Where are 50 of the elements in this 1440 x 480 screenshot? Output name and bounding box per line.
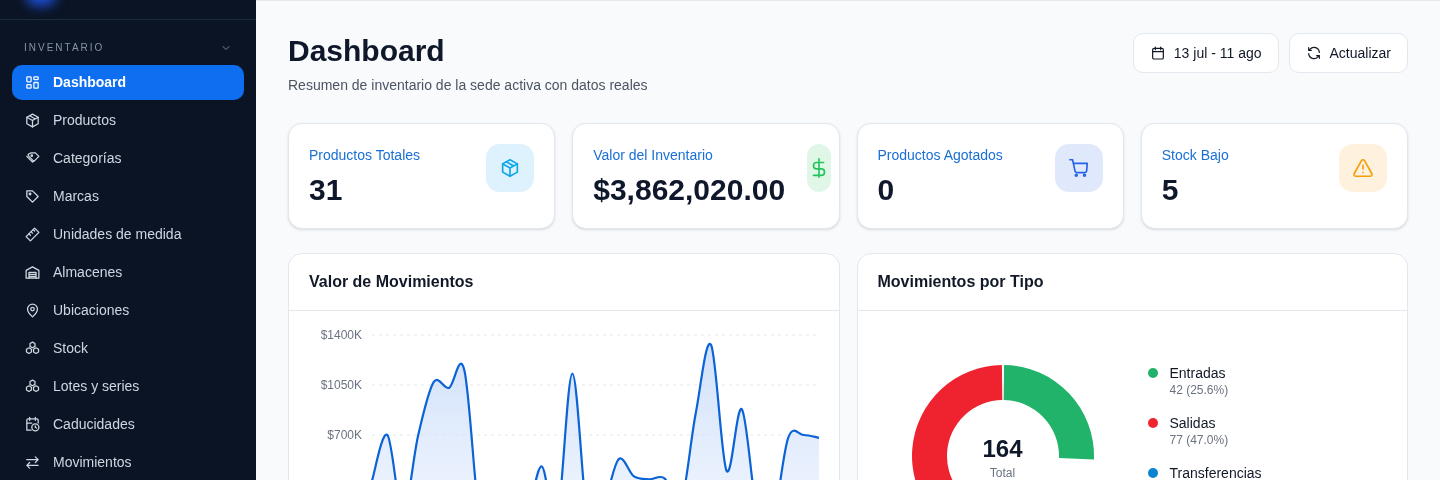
sidebar-item[interactable]: Almacenes <box>12 255 244 290</box>
calendar-clock-icon <box>24 416 41 433</box>
grid-icon <box>24 74 41 91</box>
sidebar-item[interactable]: Ubicaciones <box>12 293 244 328</box>
sidebar-item[interactable]: Unidades de medida <box>12 217 244 252</box>
warehouse-icon <box>24 264 41 281</box>
ruler-icon <box>24 226 41 243</box>
refresh-button[interactable]: Actualizar <box>1288 33 1408 73</box>
stat-value: 31 <box>309 172 344 208</box>
sidebar-item[interactable]: Lotes y series <box>12 369 244 404</box>
card-title: Movimientos por Tipo <box>877 272 1044 292</box>
sidebar-item[interactable]: Categorías <box>12 141 244 176</box>
cart-icon <box>1067 157 1090 179</box>
warning-icon <box>1352 157 1374 179</box>
card-title: Valor de Movimientos <box>309 272 474 292</box>
sidebar-item[interactable]: Marcas <box>12 179 244 214</box>
boxes-icon <box>24 378 41 395</box>
stat-label: Productos Agotados <box>877 146 1003 165</box>
stat-value: 0 <box>877 172 896 208</box>
stat-label: Valor del Inventario <box>593 146 714 165</box>
legend-label: Entradas <box>1169 364 1227 382</box>
map-pin-icon <box>24 302 41 319</box>
y-tick-label: $700K <box>327 428 362 442</box>
legend-detail: 77 (47.0%) <box>1169 432 1229 448</box>
box-icon <box>24 112 41 129</box>
legend-detail: 42 (25.6%) <box>1169 382 1229 398</box>
sidebar-item[interactable]: Stock <box>12 331 244 366</box>
tag-icon <box>24 188 41 205</box>
date-range-button[interactable]: 13 jul - 11 ago <box>1132 33 1279 73</box>
sidebar-item[interactable]: Productos <box>12 103 244 138</box>
legend-label: Transferencias <box>1169 464 1262 480</box>
legend-label: Salidas <box>1169 414 1217 432</box>
donut-total-label: Total <box>988 465 1017 480</box>
sidebar-item[interactable]: Caducidades <box>12 407 244 442</box>
stat-label: Productos Totales <box>309 146 421 165</box>
stat-value: $3,862,020.00 <box>593 172 786 208</box>
donut-total: 164 <box>982 435 1023 463</box>
sidebar-item[interactable]: Dashboard <box>12 65 244 100</box>
page-title: Dashboard <box>288 33 446 69</box>
refresh-icon <box>1305 45 1322 61</box>
sidebar-item[interactable]: Movimientos <box>12 445 244 480</box>
page-subtitle: Resumen de inventario de la sede activa con datos reales <box>288 76 648 95</box>
calendar-icon <box>1149 45 1166 61</box>
stat-label: Stock Bajo <box>1161 146 1229 165</box>
section-label: INVENTARIO <box>24 41 105 55</box>
y-tick-label: $1050K <box>320 378 362 392</box>
boxes-icon <box>24 340 41 357</box>
arrows-icon <box>24 454 41 471</box>
stat-value: 5 <box>1161 172 1180 208</box>
y-tick-label: $1400K <box>320 328 362 342</box>
